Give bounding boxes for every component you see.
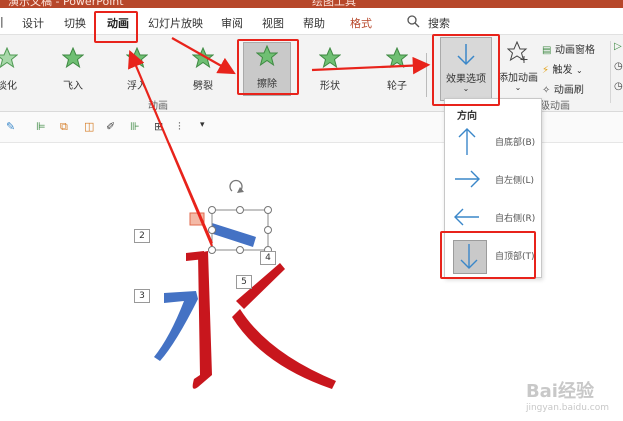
arrange-icon[interactable]: ◫ xyxy=(84,120,98,134)
arrow-right-icon xyxy=(455,170,480,188)
tab-help[interactable]: 帮助 xyxy=(303,15,325,31)
group-label-animation: 动画 xyxy=(148,101,168,112)
effect-label: 浮入 xyxy=(127,81,147,92)
distribute-icon[interactable]: ⊪ xyxy=(130,120,144,134)
direction-label: 自左侧(L) xyxy=(495,176,535,186)
chevron-down-icon: ⌄ xyxy=(514,83,522,92)
star-icon xyxy=(0,47,18,69)
effect-fly-in[interactable]: 飞入 xyxy=(50,45,96,95)
chevron-down-icon: ⌄ xyxy=(576,66,583,75)
clock-icon[interactable]: ◷ xyxy=(614,61,623,72)
format-painter-icon[interactable]: ✐ xyxy=(106,120,120,134)
effect-label: 轮子 xyxy=(387,81,407,92)
brush-icon: ✧ xyxy=(542,85,551,96)
effect-label: 飞入 xyxy=(63,81,83,92)
animation-pane-button[interactable]: ▤ 动画窗格 xyxy=(542,41,595,56)
highlight-animation-tab xyxy=(94,11,138,43)
star-icon xyxy=(192,47,214,69)
contextual-title: 绘图工具 xyxy=(312,0,356,8)
group-label-advanced: 级动画 xyxy=(540,101,570,112)
trigger-button[interactable]: ⚡ 触发 ⌄ xyxy=(542,61,583,76)
clock-icon[interactable]: ◷ xyxy=(614,81,623,92)
animation-order-tag[interactable]: 4 xyxy=(260,251,276,265)
stroke-vertical-hook xyxy=(192,251,212,389)
watermark-url: jingyan.baidu.com xyxy=(525,403,609,413)
effect-label: 形状 xyxy=(320,81,340,92)
tab-review[interactable]: 审阅 xyxy=(221,15,243,31)
tab-transitions[interactable]: 切换 xyxy=(64,15,86,31)
tab-design[interactable]: 设计 xyxy=(22,15,44,31)
effect-wheel[interactable]: 轮子 xyxy=(374,45,420,95)
tab-format[interactable]: 格式 xyxy=(350,15,372,31)
effect-float-in[interactable]: 浮入 xyxy=(114,45,160,95)
direction-label: 自底部(B) xyxy=(495,138,536,148)
direction-menu-title: 方向 xyxy=(457,111,477,122)
add-animation-button[interactable]: 添加动画 ⌄ xyxy=(496,39,540,92)
align-left-icon[interactable]: ⊫ xyxy=(36,120,50,134)
add-animation-label: 添加动画 xyxy=(498,73,538,84)
animation-pane-icon: ▤ xyxy=(542,45,552,56)
animation-painter-button[interactable]: ✧ 动画刷 xyxy=(542,81,584,96)
star-icon xyxy=(386,47,408,69)
watermark: Bai经验 jingyan.baidu.com xyxy=(526,377,609,413)
highlight-wipe-effect xyxy=(237,39,299,95)
animation-order-tag[interactable]: 3 xyxy=(134,289,150,303)
star-icon xyxy=(126,47,148,69)
trigger-label: 触发 xyxy=(552,65,573,76)
direction-from-left[interactable]: 自左侧(L) xyxy=(449,161,537,199)
star-add-icon xyxy=(507,41,528,63)
effect-shape[interactable]: 形状 xyxy=(307,45,353,95)
align-center-icon[interactable]: ⊞ xyxy=(154,120,168,134)
watermark-brand: Bai经验 xyxy=(525,381,594,402)
highlight-effect-options xyxy=(432,34,500,106)
arrow-up-icon xyxy=(458,128,476,155)
stroke-left-turn xyxy=(154,291,198,361)
play-icon[interactable]: ▷ xyxy=(614,41,622,52)
lightning-icon: ⚡ xyxy=(542,65,550,76)
effect-fade[interactable]: 淡化 xyxy=(0,45,30,95)
effect-label: 淡化 xyxy=(0,81,17,92)
effect-label: 劈裂 xyxy=(193,81,213,92)
star-icon xyxy=(62,47,84,69)
animation-order-tag[interactable]: 5 xyxy=(236,275,252,289)
distribute-vertical-icon[interactable]: ⫶ xyxy=(178,120,192,134)
stroke-right-falling xyxy=(232,309,336,389)
stroke-dot xyxy=(210,223,256,247)
tab-slideshow[interactable]: 幻灯片放映 xyxy=(148,15,203,31)
animation-painter-label: 动画刷 xyxy=(553,85,584,96)
highlight-from-top xyxy=(440,231,536,279)
tab-file-partial[interactable]: | xyxy=(0,15,4,28)
direction-label: 自右侧(R) xyxy=(495,214,536,224)
effect-split[interactable]: 劈裂 xyxy=(180,45,226,95)
search-label[interactable]: 搜索 xyxy=(428,15,450,31)
direction-from-bottom[interactable]: 自底部(B) xyxy=(449,123,537,161)
animation-pane-label: 动画窗格 xyxy=(554,45,595,56)
customize-toolbar-icon[interactable]: ▾ xyxy=(200,120,214,134)
title-bar: 演示文稿 - PowerPoint 绘图工具 xyxy=(0,0,623,8)
star-icon xyxy=(319,47,341,69)
arrow-left-icon xyxy=(454,208,479,226)
tab-view[interactable]: 视图 xyxy=(262,15,284,31)
search-icon[interactable] xyxy=(406,14,420,31)
pointer-icon[interactable]: ✎ xyxy=(6,120,20,134)
group-icon[interactable]: ⧉ xyxy=(60,120,74,134)
animation-order-tag[interactable]: 2 xyxy=(134,229,150,243)
window-title: 演示文稿 - PowerPoint xyxy=(8,0,124,8)
